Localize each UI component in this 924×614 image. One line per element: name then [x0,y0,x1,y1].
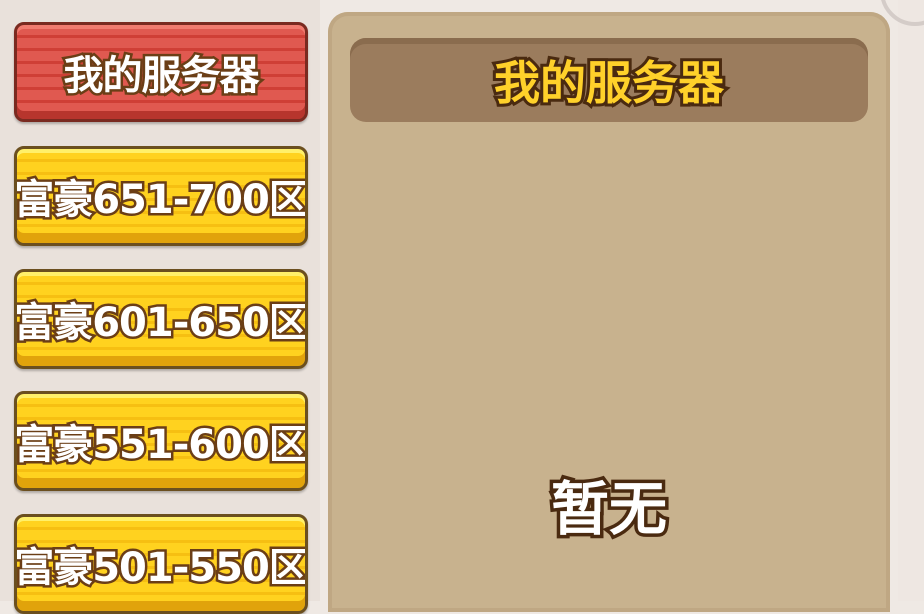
server-list-panel: 我的服务器 暂无 [328,12,890,612]
tab-server-601-650[interactable]: 富豪601-650区 [14,269,308,369]
tab-server-601-650-label: 富豪601-650区 [14,298,308,349]
tab-server-501-550[interactable]: 富豪501-550区 [14,514,308,614]
tab-my-servers[interactable]: 我的服务器 [14,22,308,122]
tab-my-servers-label: 我的服务器 [61,51,262,102]
tab-server-651-700-label: 富豪651-700区 [14,175,308,226]
tab-server-651-700[interactable]: 富豪651-700区 [14,146,308,246]
right-edge [898,0,924,601]
server-group-list: 我的服务器 富豪651-700区 富豪601-650区 富豪551-600区 富… [0,0,320,614]
tab-server-551-600-label: 富豪551-600区 [14,420,308,471]
tab-server-501-550-label: 富豪501-550区 [14,543,308,594]
empty-message: 暂无 [547,472,670,547]
panel-title: 我的服务器 [491,53,727,113]
tab-server-551-600[interactable]: 富豪551-600区 [14,391,308,491]
panel-header: 我的服务器 [350,38,868,122]
